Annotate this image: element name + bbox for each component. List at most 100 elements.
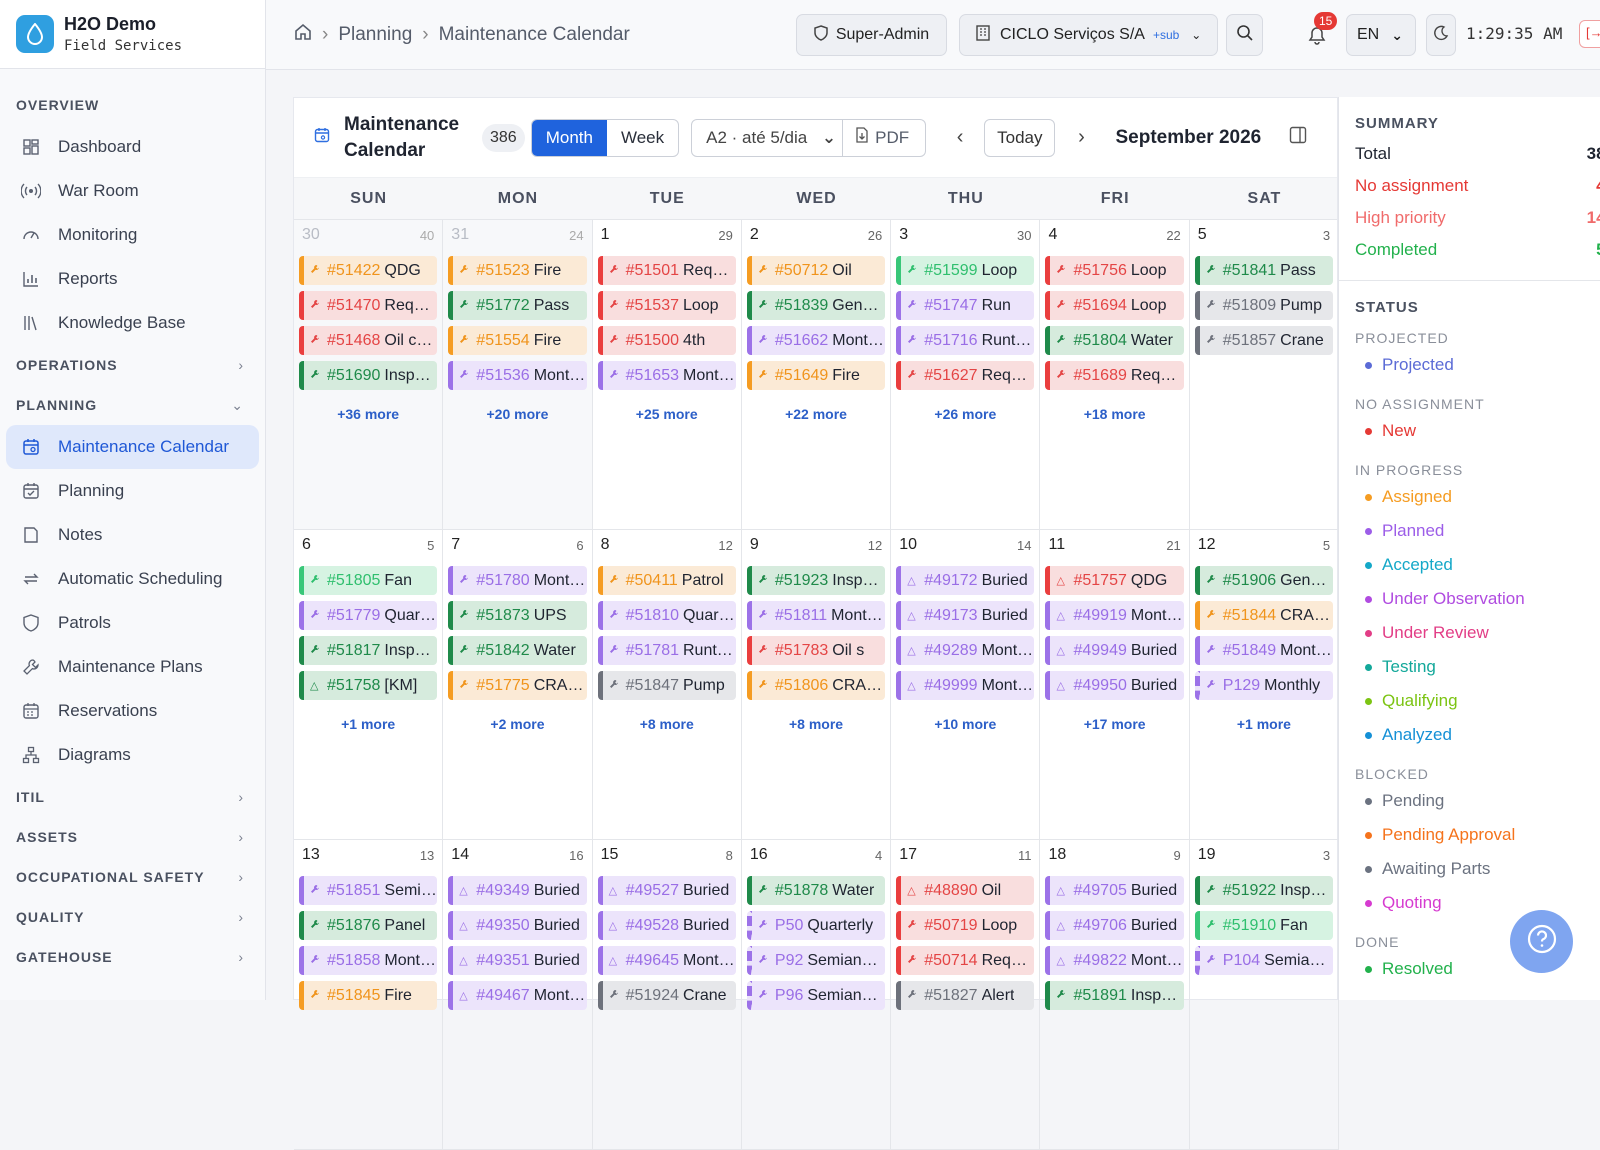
calendar-event[interactable]: #50712 Oil bbox=[746, 256, 886, 285]
calendar-event[interactable]: #51653 Monthly bbox=[597, 361, 736, 390]
status-filter-item[interactable]: New bbox=[1355, 414, 1600, 448]
logout-button[interactable]: [→ bbox=[1579, 20, 1600, 48]
calendar-event[interactable]: #51805 Fan bbox=[299, 566, 438, 595]
section-occupational-safety[interactable]: OCCUPATIONAL SAFETY › bbox=[6, 857, 259, 897]
day-cell[interactable]: 18 9 △ #49705 Buried △ #49706 Buried △ #49822 Mont… bbox=[1040, 840, 1190, 1150]
calendar-event[interactable]: #51924 Crane bbox=[597, 981, 736, 1010]
brand[interactable]: H2O Demo Field Services bbox=[0, 0, 265, 69]
section-quality[interactable]: QUALITY › bbox=[6, 897, 259, 937]
calendar-event[interactable]: #51817Inspection bbox=[299, 636, 438, 665]
filter-select[interactable]: A2 · até 5/dia ⌄ bbox=[691, 118, 844, 157]
calendar-event[interactable]: #51468Oil change bbox=[299, 326, 438, 355]
calendar-event[interactable]: △ #48890 Oil bbox=[896, 876, 1035, 905]
day-cell[interactable]: 1313#51851Semiannual#51876Panel#51858Mon… bbox=[294, 840, 444, 1150]
breadcrumb-planning[interactable]: Planning bbox=[338, 24, 412, 46]
section-planning[interactable]: PLANNING ⌄ bbox=[6, 385, 259, 425]
more-events-link[interactable]: +1 more bbox=[1195, 716, 1333, 732]
calendar-event[interactable]: #50714Request bbox=[896, 946, 1035, 975]
day-cell[interactable]: 7 6 #51780 Monthly #51873 UPS #51842 Water #5177… bbox=[443, 530, 593, 840]
calendar-event[interactable]: #51839Generator bbox=[746, 291, 886, 320]
calendar-event[interactable]: #51554 Fire bbox=[448, 326, 587, 355]
day-cell[interactable]: 65#51805Fan#51779Quarterly#51817Inspecti… bbox=[294, 530, 444, 840]
sidebar-item-notes[interactable]: Notes bbox=[6, 513, 259, 557]
next-month-button[interactable]: › bbox=[1067, 126, 1095, 149]
section-itil[interactable]: ITIL › bbox=[6, 777, 259, 817]
calendar-event[interactable]: #51689Request bbox=[1045, 361, 1184, 390]
status-filter-item[interactable]: Quoting bbox=[1355, 886, 1600, 920]
calendar-event[interactable]: #51809 Pump bbox=[1194, 291, 1334, 320]
day-cell[interactable]: 226#50712Oil#51839Generator#51662Monthly… bbox=[741, 220, 892, 530]
day-cell[interactable]: 1711△#48890Oil#50719Loop#50714Request#51… bbox=[891, 840, 1041, 1150]
status-filter-item[interactable]: Planned bbox=[1355, 514, 1600, 548]
calendar-event[interactable]: #51910 Fan bbox=[1194, 911, 1334, 940]
calendar-event[interactable]: #51694 Loop bbox=[1045, 291, 1184, 320]
calendar-event[interactable]: #51523 Fire bbox=[448, 256, 587, 285]
section-operations[interactable]: OPERATIONS › bbox=[6, 345, 259, 385]
calendar-event[interactable]: #51873 UPS bbox=[448, 601, 587, 630]
calendar-event[interactable]: #50719 Loop bbox=[896, 911, 1035, 940]
calendar-event[interactable]: △ #49289 Monthly bbox=[896, 636, 1035, 665]
calendar-event[interactable]: #51627Request bbox=[896, 361, 1035, 390]
section-gatehouse[interactable]: GATEHOUSE › bbox=[6, 937, 259, 977]
calendar-event[interactable]: #51827 Alert bbox=[896, 981, 1035, 1010]
more-events-link[interactable]: +10 more bbox=[896, 716, 1034, 732]
calendar-event[interactable]: #51841 Pass bbox=[1194, 256, 1334, 285]
calendar-event[interactable]: #51537 Loop bbox=[597, 291, 736, 320]
status-filter-item[interactable]: Accepted bbox=[1355, 548, 1600, 582]
day-cell[interactable]: 14 16 △ #49349 Buried △ #49350 Buried △ #49351 Bur… bbox=[443, 840, 593, 1150]
calendar-event[interactable]: #51470Request bbox=[299, 291, 438, 320]
calendar-event[interactable]: #51847 Pump bbox=[597, 671, 736, 700]
calendar-event[interactable]: #51599 Loop bbox=[896, 256, 1035, 285]
status-filter-item[interactable]: Assigned bbox=[1355, 480, 1600, 514]
calendar-event[interactable]: P104Semiannual bbox=[1194, 946, 1334, 975]
day-cell[interactable]: 193#51922Inspection#51910FanP104Semiannu… bbox=[1189, 840, 1340, 1150]
more-events-link[interactable]: +18 more bbox=[1045, 406, 1183, 422]
calendar-event[interactable]: △ #51757 QDG bbox=[1045, 566, 1184, 595]
calendar-event[interactable]: P50 Quarterly bbox=[746, 911, 886, 940]
calendar-event[interactable]: #51857 Crane bbox=[1194, 326, 1334, 355]
role-button[interactable]: Super-Admin bbox=[796, 14, 947, 56]
calendar-event[interactable]: #51876 Panel bbox=[299, 911, 438, 940]
more-events-link[interactable]: +36 more bbox=[299, 406, 437, 422]
view-week-button[interactable]: Week bbox=[607, 120, 678, 156]
more-events-link[interactable]: +2 more bbox=[448, 716, 586, 732]
language-select[interactable]: EN ⌄ bbox=[1346, 14, 1416, 56]
calendar-event[interactable]: P96 Semiannual bbox=[746, 981, 886, 1010]
day-cell[interactable]: 812#50411Patrol#51810Quarterly#51781Runt… bbox=[592, 530, 742, 840]
sidebar-item-planning[interactable]: Planning bbox=[6, 469, 259, 513]
calendar-event[interactable]: #51922Inspection bbox=[1194, 876, 1334, 905]
day-cell[interactable]: 125#51906Generator#51844CRANE#51849Month… bbox=[1189, 530, 1340, 840]
section-assets[interactable]: ASSETS › bbox=[6, 817, 259, 857]
day-cell[interactable]: 16 4 #51878 Water P50 Quarterly P92 Semiannual P… bbox=[741, 840, 892, 1150]
more-events-link[interactable]: +25 more bbox=[598, 406, 736, 422]
day-cell[interactable]: 129#51501Request#51537Loop#515004th#5165… bbox=[592, 220, 742, 530]
calendar-event[interactable]: △ #49172 Buried bbox=[896, 566, 1035, 595]
status-filter-item[interactable]: Testing bbox=[1355, 650, 1600, 684]
calendar-event[interactable]: △ #49705 Buried bbox=[1045, 876, 1184, 905]
sidebar-item-reservations[interactable]: Reservations bbox=[6, 689, 259, 733]
calendar-event[interactable]: #51775 CRANE bbox=[448, 671, 587, 700]
calendar-event[interactable]: △ #49349 Buried bbox=[448, 876, 587, 905]
sidebar-item-patrols[interactable]: Patrols bbox=[6, 601, 259, 645]
more-events-link[interactable]: +8 more bbox=[747, 716, 885, 732]
calendar-event[interactable]: △ #49822 Monthly bbox=[1045, 946, 1184, 975]
calendar-event[interactable]: #51811 Monthly bbox=[746, 601, 886, 630]
more-events-link[interactable]: +26 more bbox=[896, 406, 1034, 422]
calendar-event[interactable]: △ #49351 Buried bbox=[448, 946, 587, 975]
home-icon[interactable] bbox=[294, 23, 312, 47]
status-filter-item[interactable]: Analyzed bbox=[1355, 718, 1600, 752]
calendar-event[interactable]: #51851Semiannual bbox=[299, 876, 438, 905]
calendar-event[interactable]: #51810Quarterly bbox=[597, 601, 736, 630]
status-filter-item[interactable]: Projected bbox=[1355, 348, 1600, 382]
day-cell[interactable]: 330#51599Loop#51747Run#51716Runtime#5162… bbox=[891, 220, 1041, 530]
calendar-event[interactable]: P129 Monthly bbox=[1194, 671, 1334, 700]
day-cell[interactable]: 3040#51422QDG#51470Request#51468Oil chan… bbox=[294, 220, 444, 530]
calendar-event[interactable]: △ #49949 Buried bbox=[1045, 636, 1184, 665]
calendar-event[interactable]: #51649 Fire bbox=[746, 361, 886, 390]
calendar-event[interactable]: #51806 CRANE bbox=[746, 671, 886, 700]
sidebar-item-diagrams[interactable]: Diagrams bbox=[6, 733, 259, 777]
calendar-event[interactable]: △ #51758 [KM] bbox=[299, 671, 438, 700]
calendar-event[interactable]: #51536 Monthly bbox=[448, 361, 587, 390]
status-filter-item[interactable]: Pending bbox=[1355, 784, 1600, 818]
company-selector[interactable]: CICLO Serviços S/A +sub ⌄ bbox=[959, 14, 1218, 56]
